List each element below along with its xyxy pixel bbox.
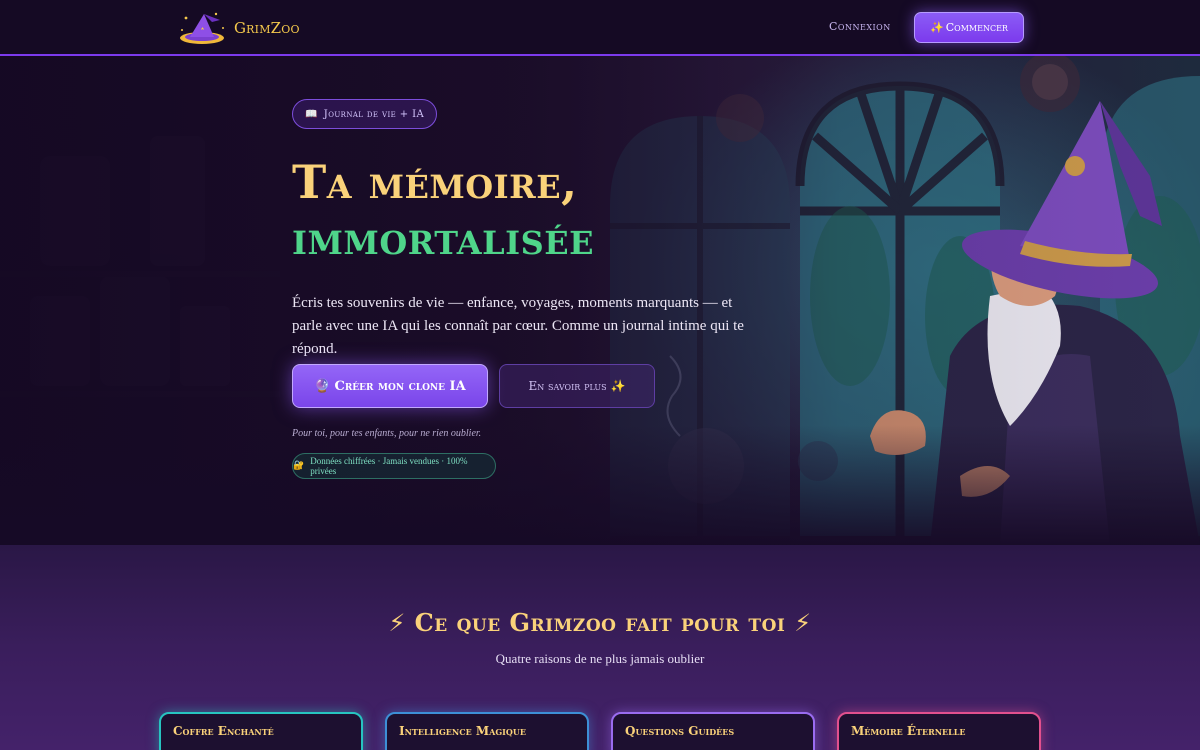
feature-card-memoire[interactable]: Mémoire Éternelle (837, 712, 1041, 750)
create-clone-button[interactable]: 🔮 Créer mon clone IA (292, 364, 488, 408)
hero-tagline: Pour toi, pour tes enfants, pour ne rien… (292, 428, 482, 439)
logo-text: GrimZoo (234, 19, 300, 37)
learn-more-label: En savoir plus (528, 379, 607, 393)
feature-card-title: Coffre Enchanté (173, 724, 274, 738)
create-clone-label: Créer mon clone IA (334, 378, 466, 394)
hero-title-line1: Ta mémoire, (292, 155, 578, 209)
hero-section: 📖 Journal de vie + IA Ta mémoire, immort… (0, 56, 1200, 545)
feature-card-coffre[interactable]: Coffre Enchanté (159, 712, 363, 750)
start-button-label: Commencer (945, 21, 1008, 34)
sparkles-icon: ✨ (610, 379, 626, 393)
wizard-hat-logo-icon (176, 8, 232, 48)
security-badge: 🔐 Données chiffrées · Jamais vendues · 1… (292, 453, 496, 479)
hero-title-line2: immortalisée (292, 211, 594, 265)
learn-more-button[interactable]: En savoir plus ✨ (499, 364, 655, 408)
features-subtitle: Quatre raisons de ne plus jamais oublier (495, 651, 705, 666)
hero-fade (0, 425, 1200, 545)
start-button[interactable]: ✨ Commencer (914, 12, 1024, 43)
crystal-ball-icon: 🔮 (314, 378, 331, 394)
features-title-text: Ce que Grimzoo fait pour toi (414, 608, 786, 637)
login-link[interactable]: Connexion (829, 20, 891, 33)
feature-card-questions[interactable]: Questions Guidées (611, 712, 815, 750)
features-section: ⚡ Ce que Grimzoo fait pour toi ⚡ Quatre … (0, 545, 1200, 750)
security-badge-label: Données chiffrées · Jamais vendues · 100… (310, 456, 468, 476)
book-icon: 📖 (304, 108, 318, 120)
sparkles-icon: ✨ (930, 21, 944, 34)
journal-badge-label: Journal de vie + IA (323, 108, 425, 120)
feature-card-title: Mémoire Éternelle (851, 724, 966, 738)
lightning-icon: ⚡ (794, 609, 812, 637)
feature-card-intelligence[interactable]: Intelligence Magique (385, 712, 589, 750)
logo[interactable]: GrimZoo (176, 8, 300, 48)
hero-title: Ta mémoire, immortalisée (292, 154, 594, 266)
feature-card-title: Intelligence Magique (399, 724, 526, 738)
navbar: GrimZoo Connexion ✨ Commencer (0, 0, 1200, 56)
feature-card-title: Questions Guidées (625, 724, 735, 738)
hero-lead: Écris tes souvenirs de vie — enfance, vo… (292, 295, 744, 357)
lightning-icon: ⚡ (388, 609, 406, 637)
lock-icon: 🔐 (293, 461, 305, 471)
features-title: ⚡ Ce que Grimzoo fait pour toi ⚡ (0, 608, 1200, 637)
journal-badge: 📖 Journal de vie + IA (292, 99, 437, 129)
